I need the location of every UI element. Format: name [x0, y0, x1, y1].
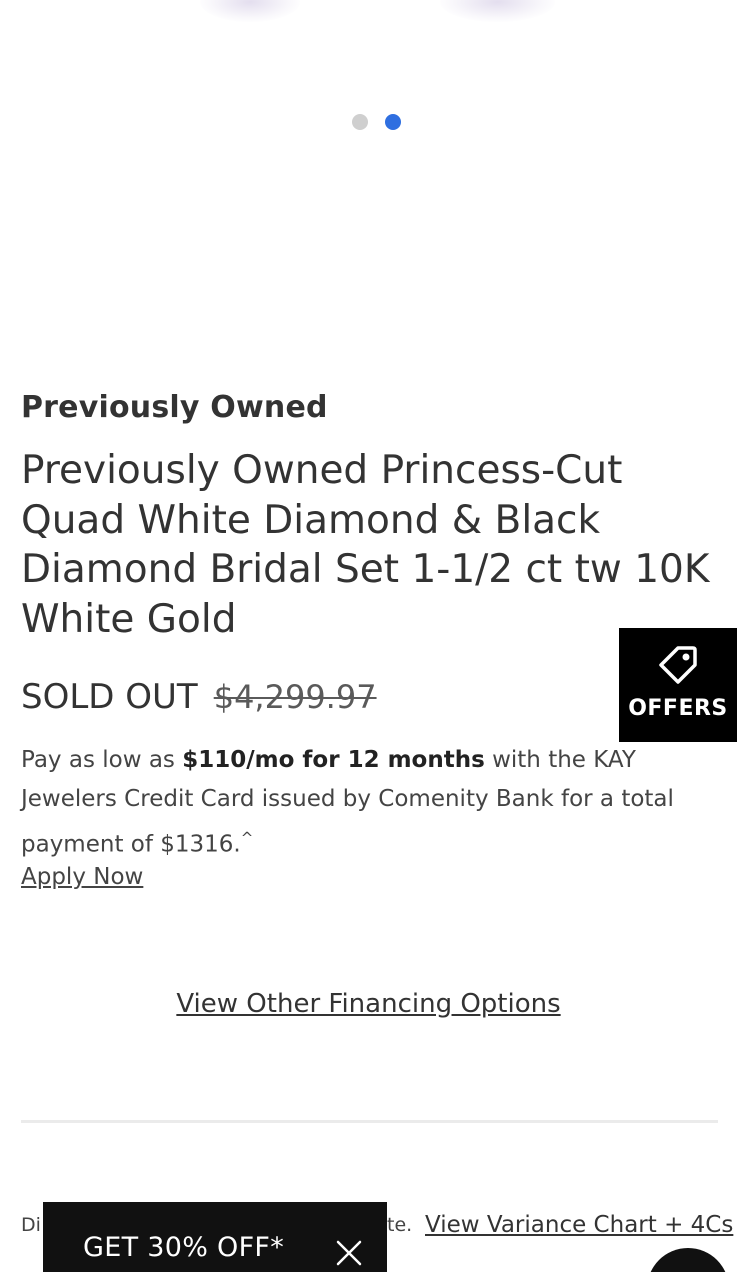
- financing-intro: Pay as low as: [21, 747, 183, 773]
- carousel-dot-2[interactable]: [385, 114, 401, 130]
- product-image-fragment: [440, 0, 555, 22]
- offers-button[interactable]: OFFERS: [619, 628, 737, 742]
- product-image-carousel[interactable]: [0, 0, 737, 340]
- financing-monthly: $110/mo for 12 months: [182, 747, 485, 773]
- carousel-dot-1[interactable]: [352, 114, 368, 130]
- section-divider: [21, 1120, 718, 1123]
- disclaimer-text-start: Di: [21, 1214, 41, 1236]
- product-eyebrow: Previously Owned: [21, 390, 328, 425]
- original-price: $4,299.97: [213, 678, 377, 716]
- product-image-fragment: [200, 0, 300, 22]
- view-variance-chart-link[interactable]: View Variance Chart + 4Cs: [425, 1206, 733, 1244]
- sold-out-status: SOLD OUT: [21, 677, 198, 717]
- price-row: SOLD OUT $4,299.97: [21, 677, 377, 717]
- offers-label: OFFERS: [628, 696, 728, 721]
- financing-text: Pay as low as $110/mo for 12 months with…: [21, 741, 721, 865]
- close-icon[interactable]: [333, 1237, 365, 1269]
- tag-icon: [659, 646, 697, 684]
- apply-now-link[interactable]: Apply Now: [21, 858, 143, 897]
- other-financing-row: View Other Financing Options: [0, 984, 737, 1024]
- promo-banner[interactable]: GET 30% OFF*: [43, 1202, 387, 1272]
- footnote-mark: ^: [240, 829, 254, 847]
- chat-button[interactable]: [647, 1248, 729, 1272]
- promo-text: GET 30% OFF*: [83, 1232, 285, 1263]
- disclaimer-text-end: te.: [387, 1214, 413, 1236]
- product-title: Previously Owned Princess-Cut Quad White…: [21, 448, 710, 642]
- view-other-financing-link[interactable]: View Other Financing Options: [176, 989, 560, 1019]
- carousel-pagination: [352, 114, 401, 130]
